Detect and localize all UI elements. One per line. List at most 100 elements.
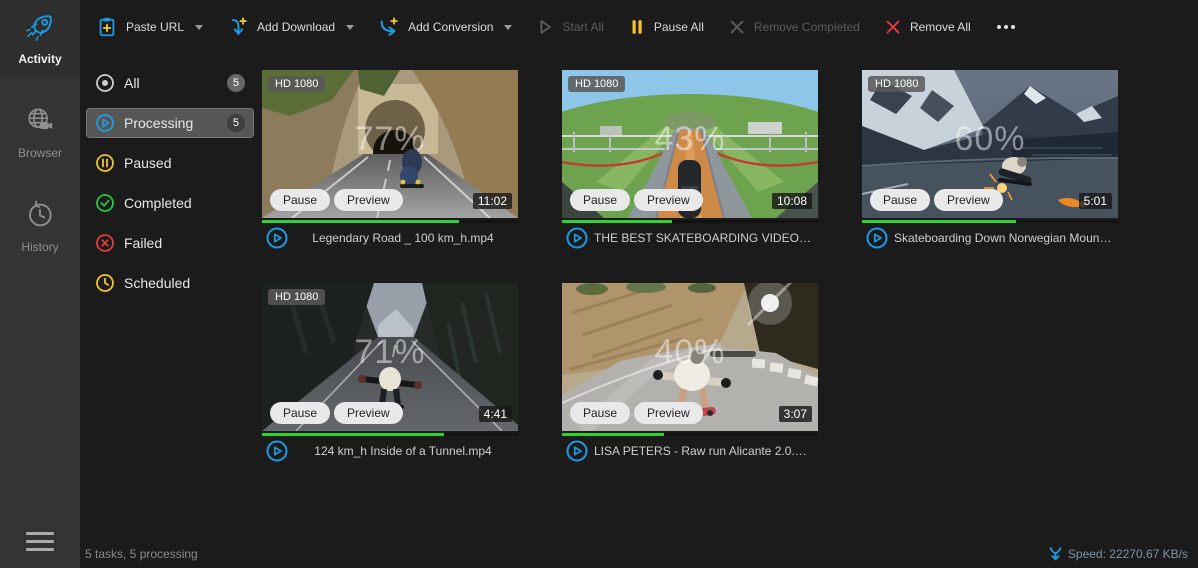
add-download-icon [227,16,249,38]
filter-completed[interactable]: Completed [86,188,254,218]
video-thumbnail[interactable]: 40% Pause Preview 3:07 [562,283,818,431]
filter-count-badge: 5 [227,74,245,92]
video-thumbnail[interactable]: HD 1080 60% Pause Preview 5:01 [862,70,1118,218]
add-conversion-button[interactable]: Add Conversion [378,16,512,38]
sidebar-item-label: Activity [18,52,61,66]
filter-processing[interactable]: Processing 5 [86,108,254,138]
chevron-down-icon[interactable] [346,25,354,30]
sidebar-item-activity[interactable]: Activity [0,0,80,76]
remove-completed-button[interactable]: Remove Completed [728,18,860,36]
filter-failed[interactable]: Failed [86,228,254,258]
chevron-down-icon[interactable] [195,25,203,30]
remove-all-button[interactable]: Remove All [884,18,971,36]
sidebar-item-label: Browser [18,146,62,160]
quality-badge: HD 1080 [568,76,625,92]
preview-button[interactable]: Preview [634,402,703,424]
progress-bar [262,433,518,436]
processing-filter-icon [95,113,115,133]
speed-label: Speed: 22270.67 KB/s [1068,547,1188,561]
progress-fill [562,220,672,223]
play-circle-icon[interactable] [566,227,588,249]
app-sidebar: Activity Browser History [0,0,80,568]
filter-label: All [124,75,140,91]
progress-bar [562,433,818,436]
paste-url-button[interactable]: Paste URL [96,16,203,38]
toolbar-item-label: Pause All [654,20,704,34]
main-area: Paste URL Add Download A [80,0,1198,568]
sidebar-item-label: History [21,240,58,254]
rocket-icon [25,12,55,47]
remove-completed-icon [728,18,746,36]
sidebar-item-history[interactable]: History [0,188,80,264]
play-circle-icon[interactable] [566,440,588,462]
filter-scheduled[interactable]: Scheduled [86,268,254,298]
start-all-button[interactable]: Start All [536,18,603,36]
more-options-button[interactable] [995,18,1017,36]
quality-badge: HD 1080 [868,76,925,92]
browser-globe-icon [25,106,55,141]
status-bar: 5 tasks, 5 processing Speed: 22270.67 KB… [80,544,1198,568]
download-task-card: HD 1080 77% Pause Preview 11:02 Legendar… [262,70,518,250]
sidebar-item-browser[interactable]: Browser [0,94,80,170]
download-task-card: 40% Pause Preview 3:07 LISA PETERS - Raw… [562,283,818,463]
filter-all[interactable]: All 5 [86,68,254,98]
video-title: Skateboarding Down Norwegian Mountain [D… [894,231,1118,245]
filter-paused[interactable]: Paused [86,148,254,178]
play-circle-icon[interactable] [266,227,288,249]
paused-filter-icon [95,153,115,173]
preview-button[interactable]: Preview [334,402,403,424]
speed-down-icon [1048,546,1063,562]
tasks-summary: 5 tasks, 5 processing [85,547,198,561]
filter-label: Failed [124,235,162,251]
more-icon [995,18,1017,36]
progress-bar [862,220,1118,223]
toolbar-item-label: Start All [562,20,603,34]
preview-button[interactable]: Preview [634,189,703,211]
toolbar-item-label: Add Conversion [408,20,493,34]
video-thumbnail[interactable]: HD 1080 77% Pause Preview 11:02 [262,70,518,218]
add-conversion-icon [378,16,400,38]
progress-fill [862,220,1016,223]
progress-bar [262,220,518,223]
filter-count-badge: 5 [227,114,245,132]
pause-button[interactable]: Pause [570,189,630,211]
content-area: All 5 Processing 5 [80,54,1198,568]
add-download-button[interactable]: Add Download [227,16,354,38]
pause-button[interactable]: Pause [270,189,330,211]
duration-badge: 5:01 [1079,193,1112,209]
filter-panel: All 5 Processing 5 [80,54,262,568]
remove-all-icon [884,18,902,36]
download-task-card: HD 1080 43% Pause Preview 10:08 THE BEST… [562,70,818,250]
filter-label: Completed [124,195,192,211]
toolbar-item-label: Paste URL [126,20,184,34]
filter-label: Processing [124,115,193,131]
history-icon [25,200,55,235]
paste-url-icon [96,16,118,38]
download-grid: HD 1080 77% Pause Preview 11:02 Legendar… [262,54,1198,568]
all-filter-icon [95,73,115,93]
video-thumbnail[interactable]: HD 1080 71% Pause Preview 4:41 [262,283,518,431]
speed-indicator: Speed: 22270.67 KB/s [1048,546,1188,562]
preview-button[interactable]: Preview [934,189,1003,211]
duration-badge: 10:08 [772,193,812,209]
duration-badge: 11:02 [473,193,512,209]
pause-button[interactable]: Pause [870,189,930,211]
play-circle-icon[interactable] [266,440,288,462]
filter-label: Paused [124,155,171,171]
completed-filter-icon [95,193,115,213]
quality-badge: HD 1080 [268,289,325,305]
preview-button[interactable]: Preview [334,189,403,211]
chevron-down-icon[interactable] [504,25,512,30]
pause-all-button[interactable]: Pause All [628,18,704,36]
download-task-card: HD 1080 71% Pause Preview 4:41 124 km_h … [262,283,518,463]
hamburger-icon[interactable] [26,527,54,556]
toolbar: Paste URL Add Download A [80,0,1198,54]
play-circle-icon[interactable] [866,227,888,249]
failed-filter-icon [95,233,115,253]
pause-button[interactable]: Pause [570,402,630,424]
pause-button[interactable]: Pause [270,402,330,424]
filter-label: Scheduled [124,275,190,291]
video-thumbnail[interactable]: HD 1080 43% Pause Preview 10:08 [562,70,818,218]
duration-badge: 3:07 [779,406,812,422]
toolbar-item-label: Add Download [257,20,335,34]
